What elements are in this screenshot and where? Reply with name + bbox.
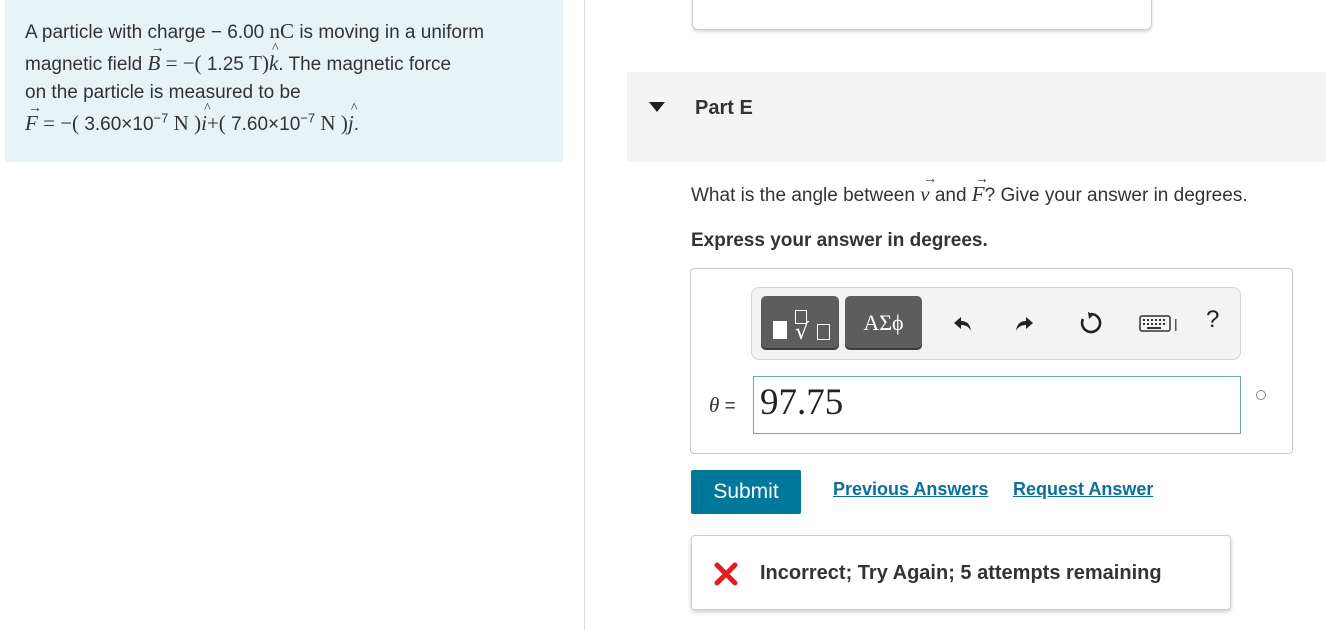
status-circle-icon: [1256, 390, 1266, 400]
exponent: −7: [153, 110, 169, 126]
feedback-box: Incorrect; Try Again; 5 attempts remaini…: [691, 535, 1231, 610]
request-answer-link[interactable]: Request Answer: [1013, 479, 1153, 500]
problem-line-3: on the particle is measured to be: [25, 82, 301, 103]
problem-text: magnetic field: [25, 53, 143, 75]
redo-icon[interactable]: [1009, 308, 1039, 338]
reset-icon[interactable]: [1076, 308, 1106, 338]
exponent: −7: [300, 110, 316, 126]
submit-button[interactable]: Submit: [691, 470, 801, 514]
question-post: ? Give your answer in degrees.: [984, 185, 1248, 206]
field-unit: T: [249, 50, 262, 75]
b-vector: → B: [147, 40, 165, 75]
keyboard-icon[interactable]: [1136, 308, 1182, 338]
minus-sign: −: [210, 22, 222, 43]
f-vector: → F: [25, 100, 42, 135]
i-hat: ^ i: [201, 100, 211, 135]
force-x-value: 3.60×10: [84, 113, 154, 135]
equals-minus: = −(: [165, 50, 202, 75]
problem-line-4: → F = −( 3.60×10−7 N ) ^ i+( 7.60×10−7 N ) ^…: [25, 100, 543, 140]
question-pre: What is the angle between: [691, 185, 915, 206]
answer-label: θ =: [709, 393, 736, 418]
equals-sign: =: [724, 396, 736, 417]
undo-icon[interactable]: [948, 308, 978, 338]
paren: ): [340, 110, 348, 135]
question-text: What is the angle between → v and → F? Giv…: [691, 172, 1248, 207]
help-icon[interactable]: ?: [1206, 306, 1219, 334]
question-and: and: [934, 185, 967, 206]
force-unit: N: [173, 110, 189, 135]
express-instruction: Express your answer in degrees.: [691, 230, 988, 251]
force-y-value: 7.60×10: [231, 113, 301, 135]
column-divider: [584, 0, 585, 630]
problem-line-1: A particle with charge − 6.00 nC is movi…: [25, 16, 543, 48]
problem-text: is moving in a uniform: [299, 22, 485, 43]
collapse-caret-icon[interactable]: [649, 102, 665, 112]
v-vector: → v: [920, 172, 938, 206]
equals-minus: = −(: [43, 110, 80, 135]
previous-answers-link[interactable]: Previous Answers: [833, 479, 988, 500]
part-title: Part E: [695, 97, 753, 119]
theta-symbol: θ: [709, 393, 720, 417]
math-toolbar: √ ΑΣϕ ?: [751, 287, 1241, 360]
f-vector: → F: [971, 172, 989, 206]
j-hat: ^ j: [347, 100, 358, 135]
k-hat: ^ k: [268, 40, 279, 75]
problem-text: . The magnetic force: [278, 53, 452, 75]
part-header[interactable]: Part E: [627, 72, 1326, 162]
paren: ): [261, 50, 269, 75]
previous-part-feedback: [692, 0, 1152, 30]
feedback-text: Incorrect; Try Again; 5 attempts remaini…: [760, 562, 1162, 584]
paren: ): [194, 110, 202, 135]
problem-text: A particle with charge: [25, 22, 206, 43]
greek-symbols-button[interactable]: ΑΣϕ: [845, 296, 922, 350]
problem-statement: A particle with charge − 6.00 nC is movi…: [5, 0, 563, 162]
charge-value: 6.00: [227, 22, 265, 43]
problem-line-2: magnetic field → B = −( 1.25 T) ^ k. The ma…: [25, 40, 543, 80]
answer-input[interactable]: 97.75: [753, 376, 1241, 434]
templates-button[interactable]: √: [761, 296, 839, 350]
incorrect-x-icon: [714, 562, 738, 591]
force-unit: N: [320, 110, 336, 135]
field-value: 1.25: [206, 53, 244, 75]
answer-box: √ ΑΣϕ ? θ = 97.75: [690, 268, 1293, 454]
